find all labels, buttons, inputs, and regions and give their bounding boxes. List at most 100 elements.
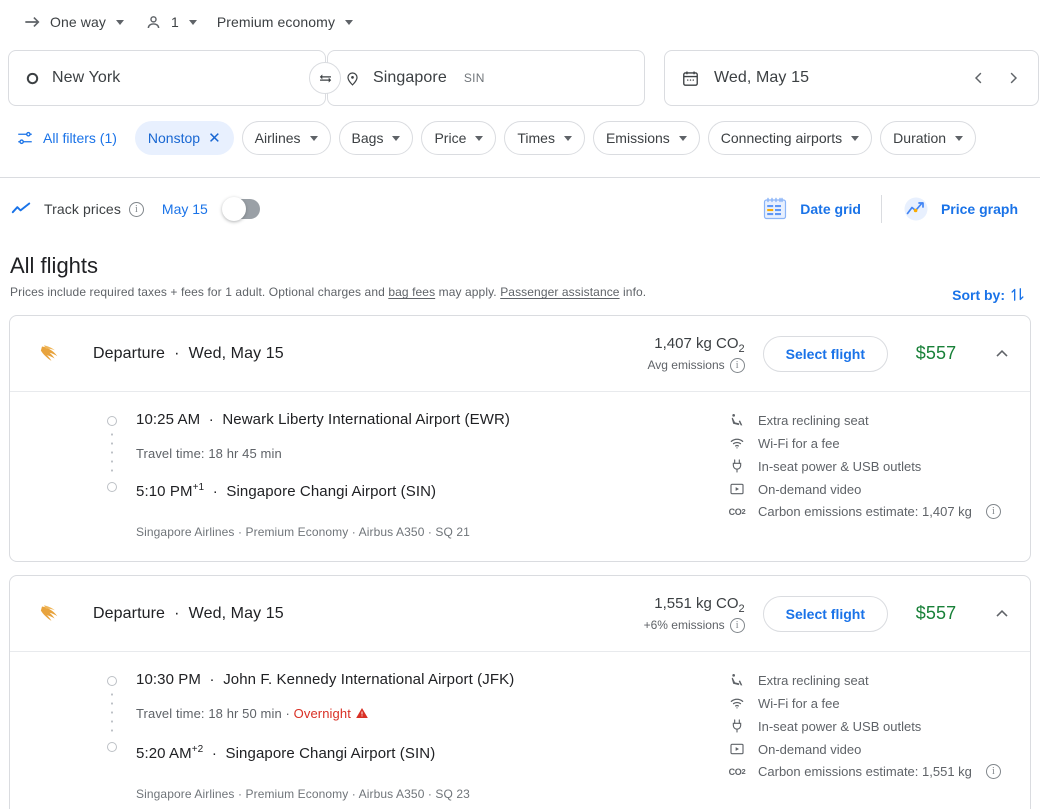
info-icon[interactable]: i: [729, 617, 745, 633]
amenity-label: Extra reclining seat: [758, 412, 869, 428]
amenity-label: Wi-Fi for a fee: [758, 695, 840, 711]
price-graph-button[interactable]: Price graph: [888, 189, 1032, 229]
destination-input[interactable]: Singapore SIN: [327, 50, 645, 106]
select-flight-button[interactable]: Select flight: [762, 595, 888, 632]
collapse-flight-details-button[interactable]: [984, 596, 1020, 632]
filter-chip-emissions[interactable]: Emissions: [592, 121, 700, 155]
emissions-amount: 1,551 kg CO2: [654, 594, 745, 615]
date-grid-icon: [761, 195, 789, 223]
next-date-button[interactable]: [996, 61, 1030, 95]
trending-up-icon: [10, 198, 32, 220]
cabin-class-selector[interactable]: Premium economy: [207, 4, 363, 40]
track-prices-group: Track prices i May 15: [10, 197, 260, 221]
origin-input[interactable]: New York: [8, 50, 326, 106]
amenity-item: In-seat power & USB outlets: [728, 718, 1020, 734]
chevron-down-icon: [678, 135, 687, 141]
overnight-warning-label: Overnight: [293, 706, 351, 721]
chevron-down-icon: [563, 135, 572, 141]
divider: [880, 195, 882, 223]
amenity-item: Extra reclining seat: [728, 672, 1020, 688]
video-player-icon: [728, 741, 746, 757]
info-icon[interactable]: i: [985, 504, 1001, 519]
amenity-item: On-demand video: [728, 481, 1020, 497]
chevron-down-icon: [345, 19, 354, 25]
swap-origin-destination-button[interactable]: [309, 62, 341, 94]
info-icon[interactable]: i: [985, 764, 1001, 779]
sort-by-label: Sort by:: [952, 286, 1005, 303]
flight-card: Departure · Wed, May 15 1,551 kg CO2 +6%…: [9, 575, 1031, 809]
departure-date-field[interactable]: Wed, May 15: [664, 50, 1039, 106]
amenity-label: Carbon emissions estimate: 1,407 kg: [758, 504, 972, 519]
sort-by-button[interactable]: Sort by:: [952, 286, 1026, 303]
location-pin-icon: [344, 70, 361, 87]
flight-leg: 10:25 AM · Newark Liberty International …: [32, 410, 728, 539]
travel-time: Travel time: 18 hr 45 min: [136, 446, 282, 461]
bag-fees-link[interactable]: bag fees: [388, 285, 435, 299]
filter-chip-bags[interactable]: Bags: [338, 121, 414, 155]
flight-card-header[interactable]: Departure · Wed, May 15 1,551 kg CO2 +6%…: [10, 576, 1030, 651]
emissions-amount: 1,407 kg CO2: [654, 334, 745, 355]
track-prices-bar: Track prices i May 15 Date grid Price gr…: [0, 178, 1040, 240]
results-heading: All flights Prices include required taxe…: [0, 240, 1040, 299]
flight-leg: 10:30 PM · John F. Kennedy International…: [32, 670, 728, 801]
amenity-item: In-seat power & USB outlets: [728, 458, 1020, 474]
filter-chip-airlines[interactable]: Airlines: [241, 121, 331, 155]
info-icon[interactable]: i: [729, 357, 745, 373]
toggle-knob: [221, 197, 246, 221]
flight-card-header[interactable]: Departure · Wed, May 15 1,407 kg CO2 Avg…: [10, 316, 1030, 391]
circle-outline-icon: [25, 71, 40, 86]
flight-header-label: Departure · Wed, May 15: [93, 604, 284, 622]
filter-chip-label: Duration: [893, 130, 947, 146]
select-flight-button[interactable]: Select flight: [762, 335, 888, 372]
flight-meta: Singapore Airlines · Premium Economy · A…: [136, 787, 470, 801]
filter-chip-duration[interactable]: Duration: [880, 121, 977, 155]
chevron-down-icon: [188, 19, 197, 25]
trip-type-selector[interactable]: One way: [12, 4, 134, 40]
cabin-class-label: Premium economy: [216, 14, 336, 30]
co2-icon: CO 2: [728, 766, 746, 777]
track-prices-date[interactable]: May 15: [162, 201, 208, 217]
track-prices-toggle[interactable]: [221, 197, 260, 221]
timeline-connector: [111, 690, 113, 738]
chevron-down-icon: [392, 135, 401, 141]
amenities-list: Extra reclining seat Wi-Fi for a fee In-…: [728, 670, 1020, 801]
amenity-label: On-demand video: [758, 741, 862, 757]
departure-dot-icon: [107, 676, 117, 686]
filter-chip-times[interactable]: Times: [504, 121, 585, 155]
all-filters-button[interactable]: All filters (1): [12, 122, 127, 154]
all-filters-label: All filters (1): [43, 130, 117, 146]
disclaimer-text-1: Prices include required taxes + fees for…: [10, 285, 389, 299]
emissions-note: Avg emissions i: [647, 357, 745, 373]
amenity-item: CO 2 Carbon emissions estimate: 1,407 kg …: [728, 504, 1020, 519]
trip-type-label: One way: [50, 14, 106, 30]
amenity-label: Wi-Fi for a fee: [758, 435, 840, 451]
warning-triangle-icon: [355, 706, 369, 723]
flight-card-body: 10:25 AM · Newark Liberty International …: [10, 391, 1030, 561]
swap-arrows-icon: [317, 70, 334, 87]
arrival-line: 5:10 PM+1 · Singapore Changi Airport (SI…: [136, 482, 437, 500]
reclining-seat-icon: [728, 412, 746, 428]
power-plug-icon: [728, 458, 746, 474]
collapse-flight-details-button[interactable]: [984, 336, 1020, 372]
co2-icon: CO 2: [728, 506, 746, 517]
filters-bar: All filters (1) Nonstop ✕ Airlines Bags …: [0, 106, 1040, 156]
previous-date-button[interactable]: [962, 61, 996, 95]
leg-details: 10:25 AM · Newark Liberty International …: [136, 410, 510, 539]
trip-options-bar: One way 1 Premium economy: [0, 0, 1040, 44]
info-icon[interactable]: i: [128, 201, 144, 217]
date-grid-button[interactable]: Date grid: [747, 189, 875, 229]
filter-chip-price[interactable]: Price: [421, 121, 497, 155]
amenity-item: Wi-Fi for a fee: [728, 695, 1020, 711]
close-icon[interactable]: ✕: [208, 131, 221, 146]
wifi-icon: [728, 695, 746, 711]
disclaimer-text-2: may apply.: [435, 285, 501, 299]
filter-chip-connecting-airports[interactable]: Connecting airports: [707, 121, 873, 155]
passenger-assistance-link[interactable]: Passenger assistance: [500, 285, 619, 299]
filter-chip-nonstop[interactable]: Nonstop ✕: [134, 121, 234, 155]
departure-line: 10:25 AM · Newark Liberty International …: [136, 411, 510, 428]
departure-dot-icon: [107, 416, 117, 426]
reclining-seat-icon: [728, 672, 746, 688]
filter-chip-label: Times: [517, 130, 555, 146]
singapore-airlines-logo: [32, 335, 70, 373]
passengers-selector[interactable]: 1: [134, 4, 207, 40]
